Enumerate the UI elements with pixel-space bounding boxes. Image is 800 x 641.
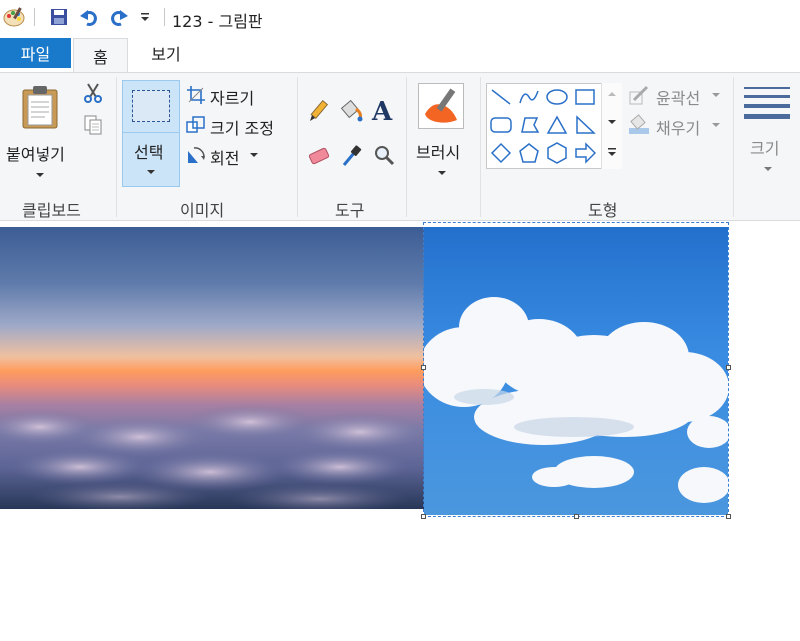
rotate-icon (188, 147, 205, 163)
undo-icon[interactable] (78, 6, 100, 28)
ribbon-home: 붙여넣기 클립보드 선택 자르기 크기 조정 회전 이미지 A 도구 브러시 윤… (0, 72, 800, 221)
line-width-icon (744, 85, 792, 123)
triangle-shape-icon[interactable] (543, 112, 571, 138)
sunset-cloud-image (0, 227, 424, 509)
resize-handle[interactable] (421, 514, 426, 519)
brushes-button[interactable]: 브러시 (410, 79, 474, 187)
outline-button[interactable]: 윤곽선 (628, 83, 728, 108)
resize-label: 크기 조정 (210, 119, 274, 138)
resize-handle[interactable] (574, 514, 579, 519)
tab-view[interactable]: 보기 (136, 38, 196, 68)
chevron-down-icon (147, 170, 155, 174)
customize-quick-access-icon[interactable] (134, 6, 156, 28)
group-separator (480, 77, 481, 217)
paste-label: 붙여넣기 (6, 145, 65, 164)
group-separator (116, 77, 117, 217)
crop-label: 자르기 (210, 89, 255, 108)
rotate-label: 회전 (210, 149, 240, 168)
image-group-label: 이미지 (180, 201, 225, 220)
chevron-down-icon (712, 93, 720, 97)
group-separator (406, 77, 407, 217)
eraser-icon[interactable] (306, 145, 332, 167)
save-icon[interactable] (48, 6, 70, 28)
fill-bucket-icon[interactable] (338, 97, 364, 123)
clipboard-icon (20, 85, 60, 133)
crop-button[interactable]: 자르기 (184, 83, 268, 108)
fill-icon (629, 114, 649, 134)
chevron-down-icon (438, 171, 446, 175)
window-title: 123 - 그림판 (172, 12, 263, 31)
selection-border[interactable] (423, 222, 729, 517)
chevron-down-icon (250, 153, 258, 157)
paste-button[interactable]: 붙여넣기 (4, 79, 74, 185)
color-picker-icon[interactable] (340, 143, 364, 169)
pencil-icon[interactable] (306, 99, 330, 123)
pentagon-shape-icon[interactable] (515, 140, 543, 166)
select-label: 선택 (134, 143, 164, 162)
scroll-up-icon[interactable] (602, 87, 622, 101)
resize-handle[interactable] (421, 365, 426, 370)
separator (164, 8, 165, 26)
fill-button[interactable]: 채우기 (628, 113, 728, 138)
text-tool-icon[interactable]: A (372, 97, 396, 127)
select-rectangle-icon (132, 90, 170, 122)
expand-gallery-icon[interactable] (602, 145, 622, 161)
redo-icon[interactable] (108, 6, 130, 28)
tab-file[interactable]: 파일 (0, 38, 71, 68)
rotate-button[interactable]: 회전 (184, 143, 268, 168)
ribbon-tabs: 파일 홈 보기 (0, 36, 800, 72)
shapes-scrollbar[interactable] (601, 83, 622, 169)
curve-shape-icon[interactable] (515, 84, 543, 110)
right-arrow-shape-icon[interactable] (571, 140, 599, 166)
brush-icon (418, 83, 464, 129)
scroll-down-icon[interactable] (602, 115, 622, 129)
title-bar: 123 - 그림판 (0, 0, 800, 36)
separator (34, 8, 35, 26)
crop-icon (187, 86, 205, 104)
line-shape-icon[interactable] (487, 84, 515, 110)
oval-shape-icon[interactable] (543, 84, 571, 110)
brushes-label: 브러시 (416, 143, 461, 162)
clipboard-group-label: 클립보드 (22, 201, 81, 220)
chevron-down-icon (764, 167, 772, 171)
chevron-down-icon (712, 123, 720, 127)
fill-label: 채우기 (656, 119, 701, 138)
copy-icon[interactable] (83, 114, 103, 136)
right-triangle-shape-icon[interactable] (571, 112, 599, 138)
resize-handle[interactable] (726, 514, 731, 519)
shapes-group-label: 도형 (588, 201, 618, 220)
group-separator (733, 77, 734, 217)
size-label: 크기 (750, 139, 780, 158)
group-separator (297, 77, 298, 217)
size-button[interactable]: 크기 (738, 79, 798, 187)
outline-label: 윤곽선 (656, 89, 701, 108)
rounded-rectangle-shape-icon[interactable] (487, 112, 515, 138)
paint-app-icon[interactable] (2, 5, 26, 29)
select-main (123, 81, 179, 133)
drawing-canvas[interactable] (0, 222, 800, 641)
diamond-shape-icon[interactable] (487, 140, 515, 166)
resize-icon (186, 116, 205, 133)
select-button[interactable]: 선택 (122, 80, 180, 187)
cut-icon[interactable] (82, 82, 104, 104)
magnifier-icon[interactable] (372, 143, 396, 167)
resize-handle[interactable] (726, 365, 731, 370)
tab-home[interactable]: 홈 (73, 38, 128, 72)
hexagon-shape-icon[interactable] (543, 140, 571, 166)
chevron-down-icon (36, 173, 44, 177)
polygon-shape-icon[interactable] (515, 112, 543, 138)
rectangle-shape-icon[interactable] (571, 84, 599, 110)
resize-button[interactable]: 크기 조정 (184, 113, 288, 138)
outline-icon (629, 85, 649, 105)
tools-group-label: 도구 (335, 201, 365, 220)
